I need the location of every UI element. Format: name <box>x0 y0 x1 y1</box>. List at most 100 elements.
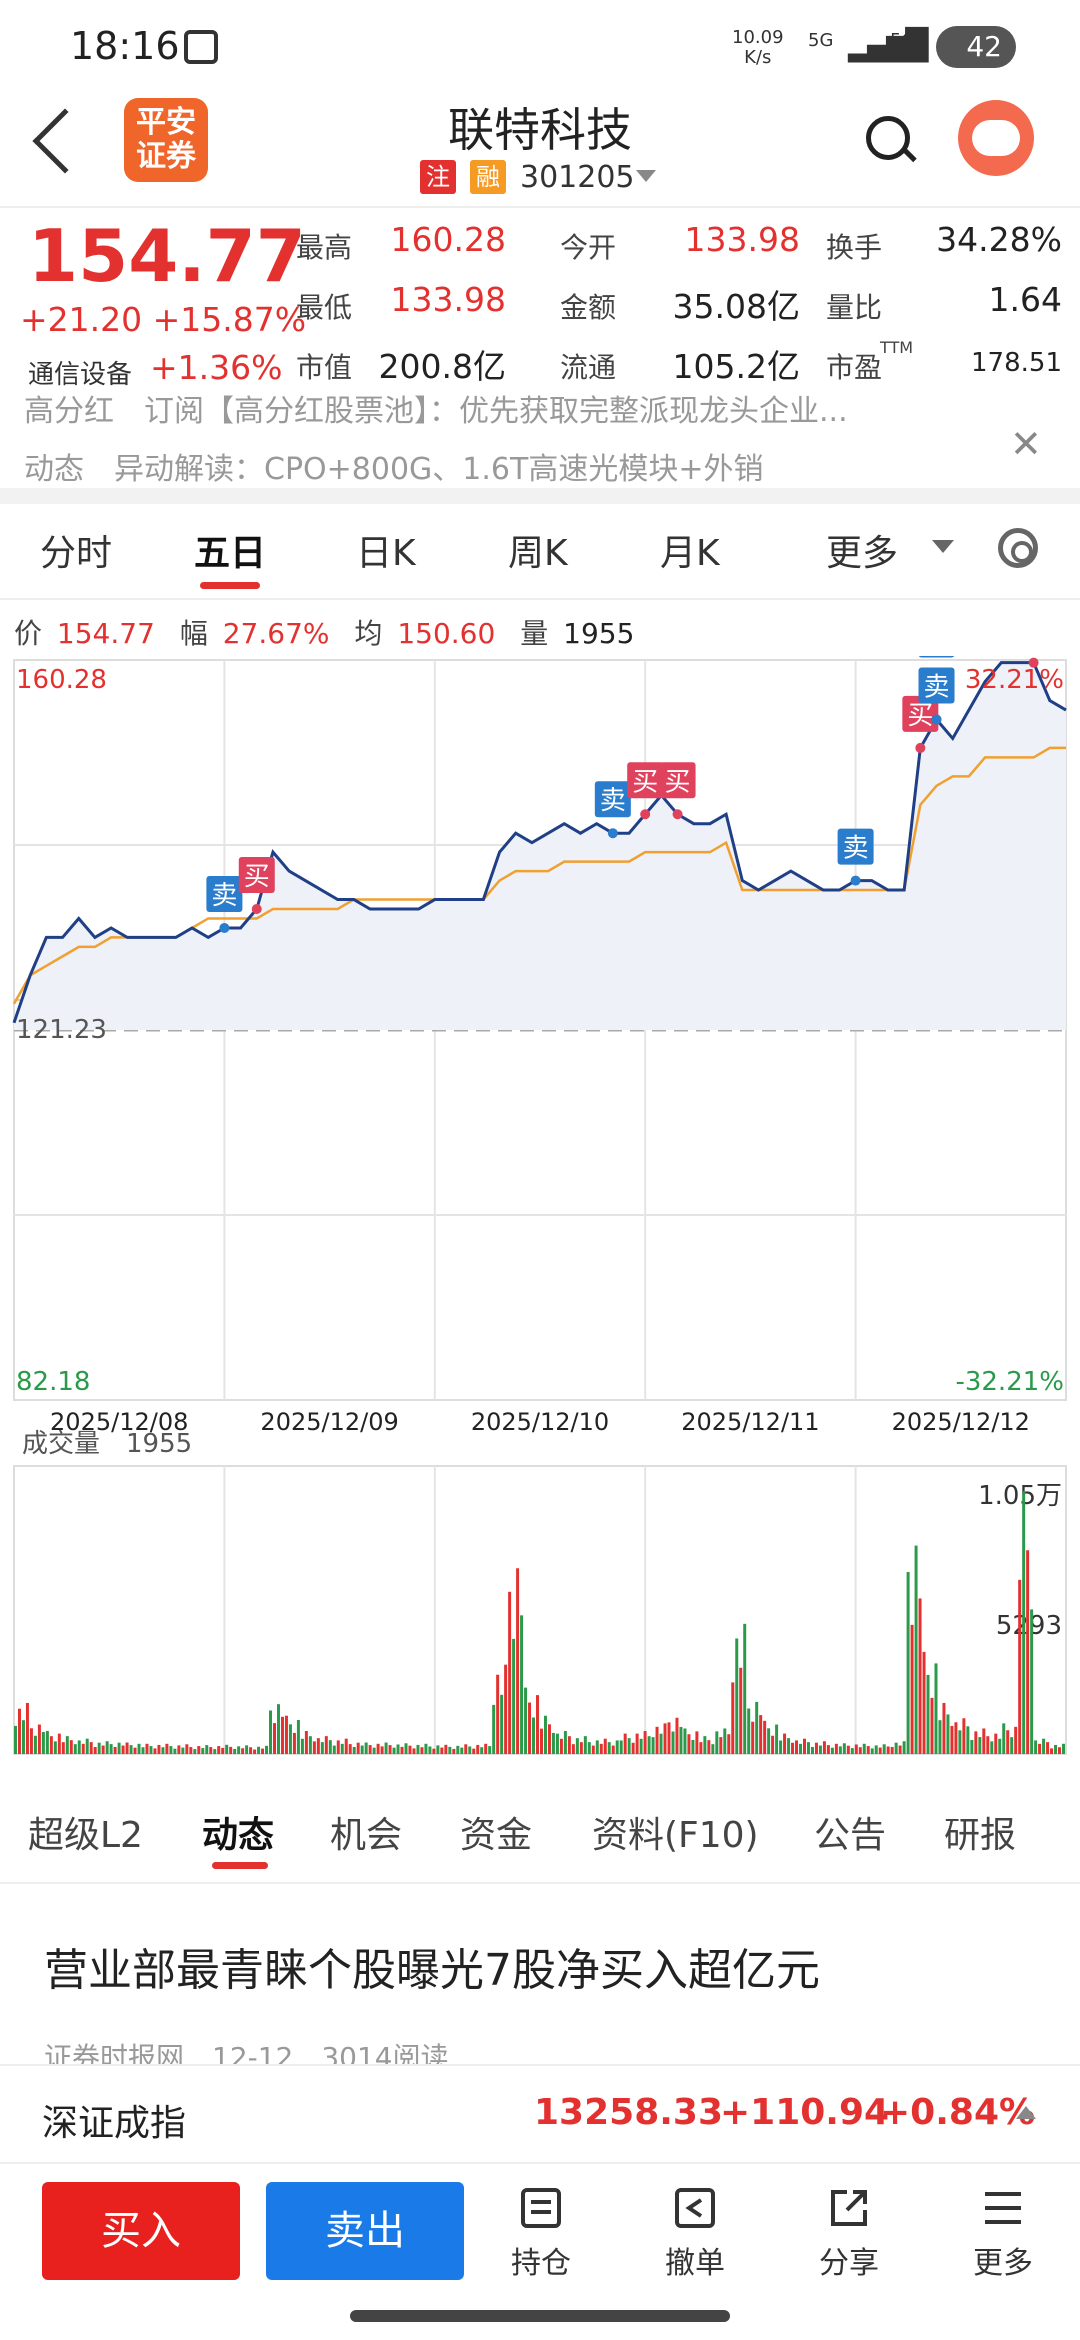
volume-bar <box>233 1748 237 1754</box>
volume-bar <box>950 1725 954 1754</box>
volume-bar <box>687 1734 691 1754</box>
tab-five-day[interactable]: 五日 <box>194 524 266 576</box>
stat-label: 今开 <box>560 231 617 264</box>
volume-bar <box>814 1742 818 1754</box>
news-headline[interactable]: 营业部最青睐个股曝光7股净买入超亿元 <box>44 1934 820 1998</box>
volume-bar <box>699 1742 703 1754</box>
trade-mark-label: 买 <box>244 862 270 892</box>
volume-bar <box>878 1747 882 1754</box>
tab-intraday[interactable]: 分时 <box>40 524 112 576</box>
volume-bar <box>492 1704 496 1754</box>
chevron-down-icon[interactable] <box>636 170 656 182</box>
tab-more[interactable]: 更多 <box>826 524 898 576</box>
volume-bar <box>547 1724 551 1754</box>
volume-bar <box>603 1738 607 1754</box>
volume-bar <box>1014 1726 1018 1754</box>
volume-bar <box>998 1738 1002 1754</box>
stat-value: 133.98 <box>390 280 506 319</box>
volume-bar <box>954 1722 958 1754</box>
info-amplitude: 27.67% <box>222 617 330 650</box>
volume-bar <box>787 1738 791 1754</box>
volume-bar <box>308 1736 312 1754</box>
volume-bar <box>320 1742 324 1754</box>
volume-bar <box>516 1568 520 1754</box>
tab-monthly-k[interactable]: 月K <box>660 524 720 576</box>
stat-label: 换手 <box>826 231 883 264</box>
volume-bar <box>229 1746 233 1754</box>
volume-bar <box>1046 1742 1050 1754</box>
volume-bar <box>37 1724 41 1754</box>
volume-bar <box>1026 1550 1030 1754</box>
gear-icon[interactable] <box>998 528 1038 568</box>
sell-point <box>931 714 942 725</box>
volume-bar <box>846 1745 850 1754</box>
close-icon[interactable]: ✕ <box>1010 422 1042 466</box>
share-button[interactable]: 分享 <box>804 2186 894 2282</box>
chevron-down-icon[interactable] <box>932 540 954 553</box>
volume-bar <box>607 1742 611 1754</box>
volume-bar <box>1050 1748 1054 1754</box>
volume-bar <box>599 1743 603 1754</box>
index-bar[interactable]: 深证成指 13258.33 +110.94 +0.84% <box>0 2064 1080 2164</box>
positions-button[interactable]: 持仓 <box>496 2186 586 2282</box>
tab-weekly-k[interactable]: 周K <box>508 524 568 576</box>
volume-bar <box>368 1745 372 1754</box>
ticker-line-1[interactable]: 高分红 订阅【高分红股票池】：优先获取完整派现龙头企业... <box>24 386 848 430</box>
tab-f10[interactable]: 资料(F10) <box>592 1806 759 1858</box>
tab-daily-k[interactable]: 日K <box>356 524 416 576</box>
volume-bar <box>364 1742 368 1754</box>
tab-announcements[interactable]: 公告 <box>814 1806 886 1858</box>
volume-bar <box>61 1742 65 1754</box>
volume-bar <box>265 1745 269 1754</box>
volume-bar <box>400 1746 404 1754</box>
x-axis-date-label: 2025/12/11 <box>681 1408 819 1436</box>
volume-bar <box>818 1745 822 1754</box>
back-arrow-icon[interactable] <box>32 108 98 174</box>
screenshot-icon <box>184 30 218 64</box>
stock-code[interactable]: 301205 <box>520 160 635 195</box>
volume-bar <box>177 1745 181 1754</box>
volume-bar <box>627 1738 631 1754</box>
volume-bar <box>870 1748 874 1754</box>
news-ticker[interactable]: 高分红 订阅【高分红股票池】：优先获取完整派现龙头企业... 动态 异动解读：C… <box>0 382 1080 486</box>
battery-icon: 42 <box>936 26 1016 68</box>
sell-button[interactable]: 卖出 <box>266 2182 464 2280</box>
volume-bar <box>890 1746 894 1754</box>
tab-opportunity[interactable]: 机会 <box>330 1806 402 1858</box>
volume-bar <box>962 1718 966 1754</box>
trade-mark-label: 卖 <box>924 673 950 703</box>
stock-header: 平安 证券 联特科技 注 融 301205 <box>0 90 1080 208</box>
volume-bar <box>388 1745 392 1754</box>
tab-news-feed[interactable]: 动态 <box>202 1806 274 1858</box>
volume-bar <box>253 1749 257 1754</box>
volume-bar <box>563 1731 567 1754</box>
tab-funds[interactable]: 资金 <box>460 1806 532 1858</box>
volume-bar <box>45 1731 49 1754</box>
volume-bar <box>842 1743 846 1754</box>
search-icon[interactable] <box>866 116 910 160</box>
pe-ttm-label: TTM <box>880 338 914 357</box>
chevron-up-icon[interactable] <box>1016 2106 1036 2119</box>
buy-button[interactable]: 买入 <box>42 2182 240 2280</box>
home-indicator[interactable] <box>350 2310 730 2322</box>
volume-bar <box>990 1741 994 1754</box>
signal-5g-icon-2: 5G <box>890 30 916 51</box>
volume-bar <box>791 1742 795 1754</box>
ticker-line-2[interactable]: 动态 异动解读：CPO+800G、1.6T高速光模块+外销 <box>24 444 763 486</box>
tab-super-l2[interactable]: 超级L2 <box>28 1806 143 1858</box>
volume-bar <box>555 1733 559 1754</box>
five-day-chart[interactable]: 160.28121.2382.1832.21%-32.21%2025/12/08… <box>0 656 1080 1762</box>
tab-research[interactable]: 研报 <box>944 1806 1016 1858</box>
quote-panel: 154.77 +21.20 +15.87% 通信设备 +1.36% 最高 160.… <box>0 210 1080 400</box>
volume-bar <box>484 1743 488 1754</box>
assistant-avatar[interactable] <box>958 100 1034 176</box>
more-button[interactable]: 更多 <box>958 2186 1048 2282</box>
volume-bar <box>133 1747 137 1754</box>
volume-bar <box>938 1720 942 1754</box>
chart-info-line: 价 154.77 幅 27.67% 均 150.60 量 1955 <box>14 617 635 650</box>
y-axis-min-label: 82.18 <box>16 1367 90 1397</box>
cancel-order-button[interactable]: 撤单 <box>650 2186 740 2282</box>
stat-label: 量比 <box>826 291 883 324</box>
volume-bar <box>14 1725 17 1754</box>
volume-bar <box>181 1747 185 1754</box>
